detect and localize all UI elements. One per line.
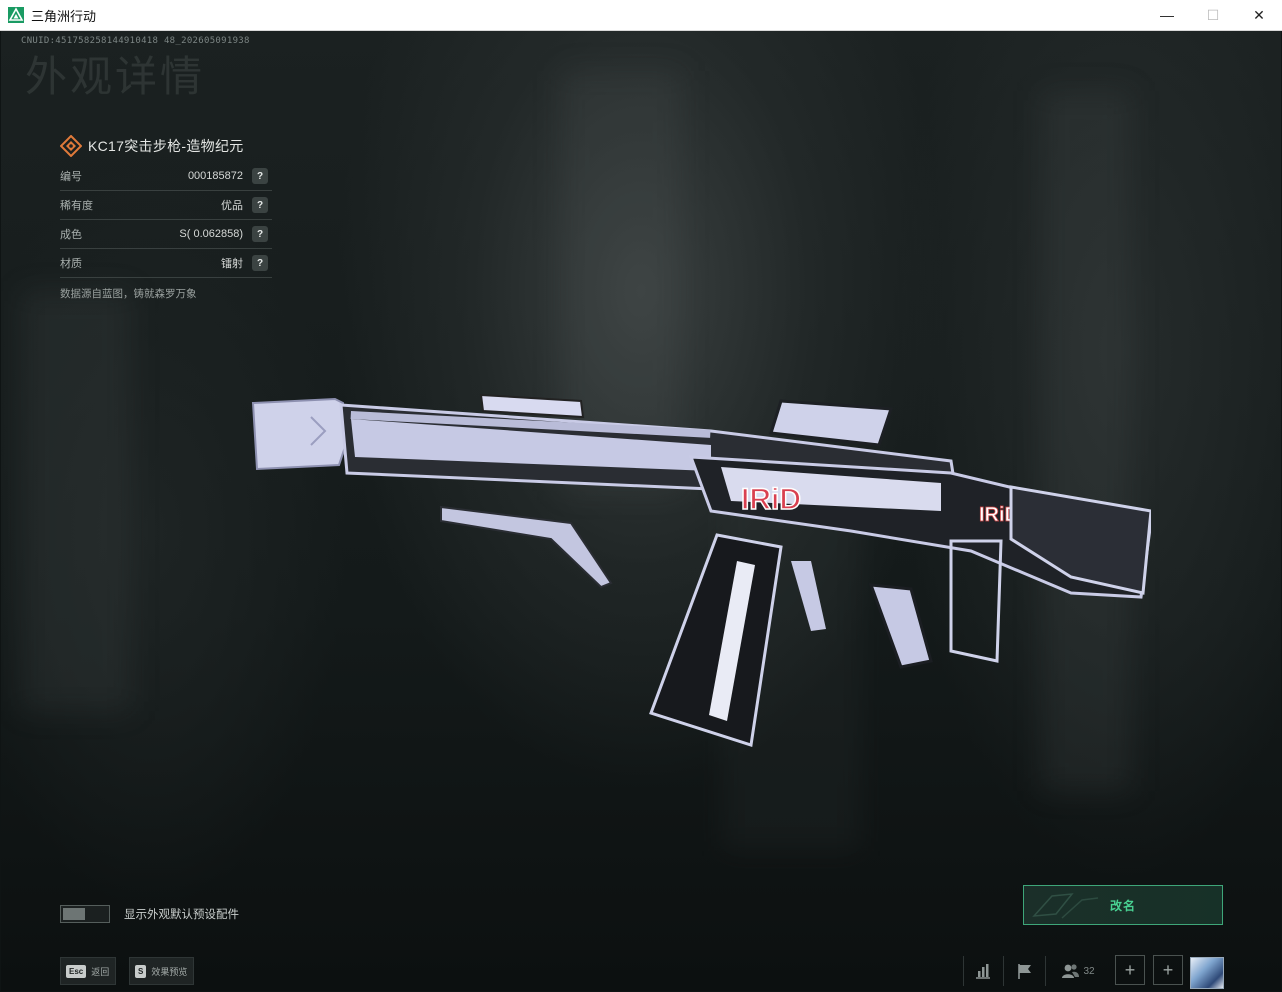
flag-icon [1018,964,1031,979]
page-title: 外观详情 [25,53,206,100]
bar-chart-icon [976,964,990,979]
attr-label: 编号 [60,171,82,183]
tray-divider [1003,956,1004,986]
esc-key: Esc [66,964,87,978]
attr-value: 000185872 [187,170,243,182]
tray-divider [963,956,964,986]
minimize-button[interactable]: — [1144,0,1190,30]
flag-button[interactable] [1011,953,1039,989]
rename-button[interactable]: 改名 [1023,885,1223,925]
s-key: S [135,964,147,978]
default-attachments-toggle-row: 显示外观默认预设配件 [60,905,239,923]
attr-row-wear: 成色 S( 0.062858) ? [60,220,272,249]
weapon-render[interactable]: IRiD IRiD [251,361,1151,761]
attr-value: 镭射 [221,258,243,270]
attr-row-material: 材质 镭射 ? [60,249,272,278]
preview-hint-button[interactable]: S 效果预览 [129,957,195,985]
tray-divider [1045,956,1046,986]
item-description: 数据源自蓝图，铸就森罗万象 [60,288,197,300]
window-title: 三角洲行动 [31,8,97,24]
attr-value: S( 0.062858) [179,228,243,240]
add-button[interactable]: + [1115,955,1145,985]
friends-button[interactable]: 32 [1055,953,1101,989]
toggle-label: 显示外观默认预设配件 [124,909,239,921]
svg-text:IRiD: IRiD [741,483,801,516]
maximize-button[interactable]: ☐ [1190,0,1236,30]
back-hint-button[interactable]: Esc 返回 [60,957,117,985]
stats-button[interactable] [969,953,997,989]
default-attachments-toggle[interactable] [60,905,110,923]
help-icon[interactable]: ? [252,197,268,213]
item-name: KC17突击步枪-造物纪元 [88,138,244,154]
attr-value: 优品 [221,200,243,212]
attr-row-serial: 编号 000185872 ? [60,162,272,191]
friends-count: 32 [1083,965,1095,977]
attr-label: 成色 [60,229,82,241]
help-icon[interactable]: ? [252,168,268,184]
game-viewport: CNUID:451758258144910418 48_202605091938… [1,31,1281,991]
item-header: KC17突击步枪-造物纪元 [60,130,272,162]
help-icon[interactable]: ? [252,226,268,242]
item-info-panel: KC17突击步枪-造物纪元 编号 000185872 ? 稀有度 优品 ? 成色… [60,130,272,301]
window-titlebar: 三角洲行动 — ☐ ✕ [0,0,1282,31]
rename-label: 改名 [1109,898,1136,913]
add-button[interactable]: + [1153,955,1183,985]
attr-label: 稀有度 [60,200,93,212]
decorative-pattern [1032,893,1099,919]
back-label: 返回 [91,966,110,977]
app-logo-icon [8,7,24,23]
help-icon[interactable]: ? [252,255,268,271]
avatar[interactable] [1190,957,1224,989]
toggle-knob [63,908,85,920]
preview-label: 效果预览 [151,966,188,977]
rarity-diamond-icon [60,135,82,157]
close-button[interactable]: ✕ [1236,0,1282,30]
friends-icon [1062,964,1080,978]
background-blur [21,291,131,711]
attr-row-rarity: 稀有度 优品 ? [60,191,272,220]
attr-label: 材质 [60,258,82,270]
